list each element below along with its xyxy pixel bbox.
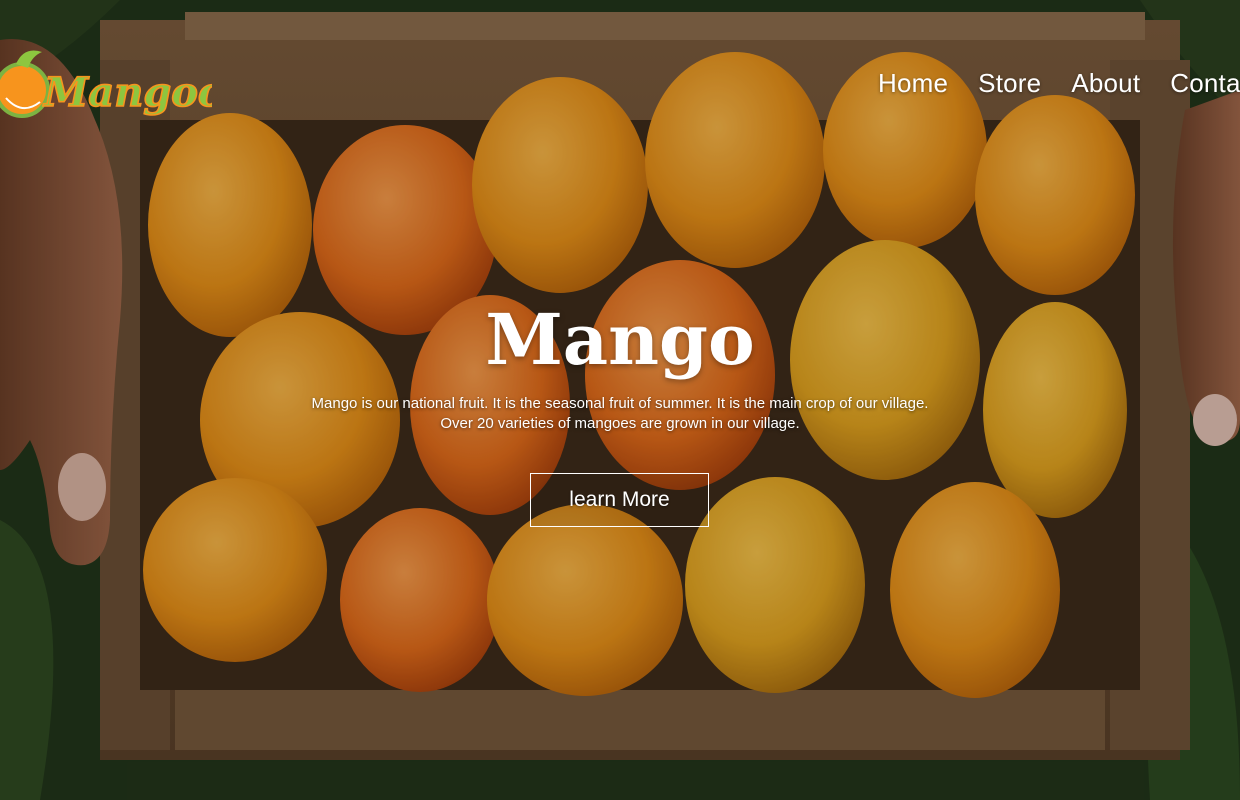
learn-more-button[interactable]: learn More [530, 473, 709, 527]
logo-text: Mangood [42, 69, 212, 116]
hero-content: Mango Mango is our national fruit. It is… [0, 298, 1240, 434]
nav-item-store[interactable]: Store [978, 68, 1041, 99]
mango-icon [0, 50, 50, 118]
main-nav: Home Store About Conta [878, 68, 1240, 99]
nav-item-home[interactable]: Home [878, 68, 948, 99]
hero-title: Mango [485, 298, 755, 381]
hero-description-line-2: Over 20 varieties of mangoes are grown i… [440, 415, 800, 432]
hero-description-line-1: Mango is our national fruit. It is the s… [311, 395, 929, 412]
hero-description: Mango is our national fruit. It is the s… [0, 394, 1240, 434]
nav-item-about[interactable]: About [1071, 68, 1140, 99]
mangood-logo[interactable]: Mangood [0, 42, 212, 132]
nav-item-contact[interactable]: Conta [1170, 68, 1240, 99]
